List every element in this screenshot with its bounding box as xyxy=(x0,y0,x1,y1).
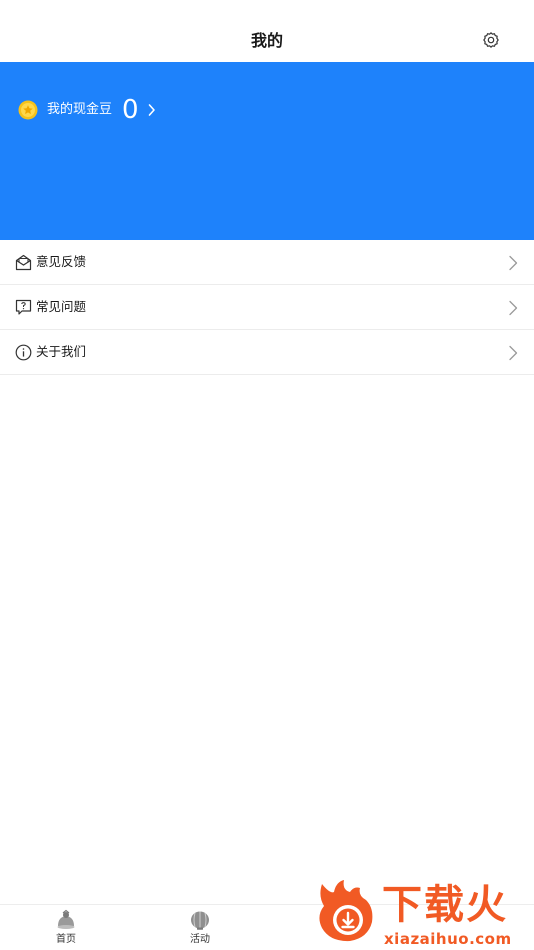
watermark-title: 下载火 xyxy=(382,882,508,928)
info-icon xyxy=(15,344,32,361)
watermark-url: xiazaihuo.com xyxy=(384,930,512,948)
tab-activity[interactable]: 活动 xyxy=(170,909,230,949)
cash-beans-label: 我的现金豆 xyxy=(47,102,113,117)
menu-item-faq[interactable]: 常见问题 xyxy=(0,285,534,330)
faq-bubble-icon xyxy=(15,299,32,315)
home-icon xyxy=(57,909,75,929)
menu-item-label: 关于我们 xyxy=(36,344,87,359)
activity-icon xyxy=(191,911,209,930)
menu-item-feedback[interactable]: 意见反馈 xyxy=(0,240,534,285)
menu-item-about[interactable]: 关于我们 xyxy=(0,330,534,375)
tab-activity-label: 活动 xyxy=(190,934,210,945)
top-bar: 我的 xyxy=(0,0,534,62)
app-screen: 我的 我的现金豆 0 意见反馈 常见问题 关于我们 首页 活动 下载火 xiaz… xyxy=(0,0,534,950)
tab-home-label: 首页 xyxy=(56,934,76,945)
chevron-right-icon xyxy=(509,255,518,271)
watermark: 下载火 xiazaihuo.com xyxy=(314,878,530,948)
profile-banner: 我的现金豆 0 xyxy=(0,62,534,240)
flame-logo-icon xyxy=(319,880,373,942)
cash-beans-count: 0 xyxy=(122,95,139,125)
page-title: 我的 xyxy=(250,31,283,50)
chevron-right-icon xyxy=(509,345,518,361)
gear-icon xyxy=(483,32,499,48)
chevron-right-icon xyxy=(148,104,155,116)
menu-list: 意见反馈 常见问题 关于我们 xyxy=(0,240,534,375)
tab-home[interactable]: 首页 xyxy=(36,909,96,949)
feedback-mail-icon xyxy=(15,254,32,271)
menu-item-label: 意见反馈 xyxy=(36,254,87,269)
settings-button[interactable] xyxy=(479,28,503,52)
menu-item-label: 常见问题 xyxy=(36,299,87,314)
cash-beans-entry[interactable]: 我的现金豆 0 xyxy=(18,95,157,125)
chevron-right-icon xyxy=(509,300,518,316)
coin-icon xyxy=(18,100,38,120)
